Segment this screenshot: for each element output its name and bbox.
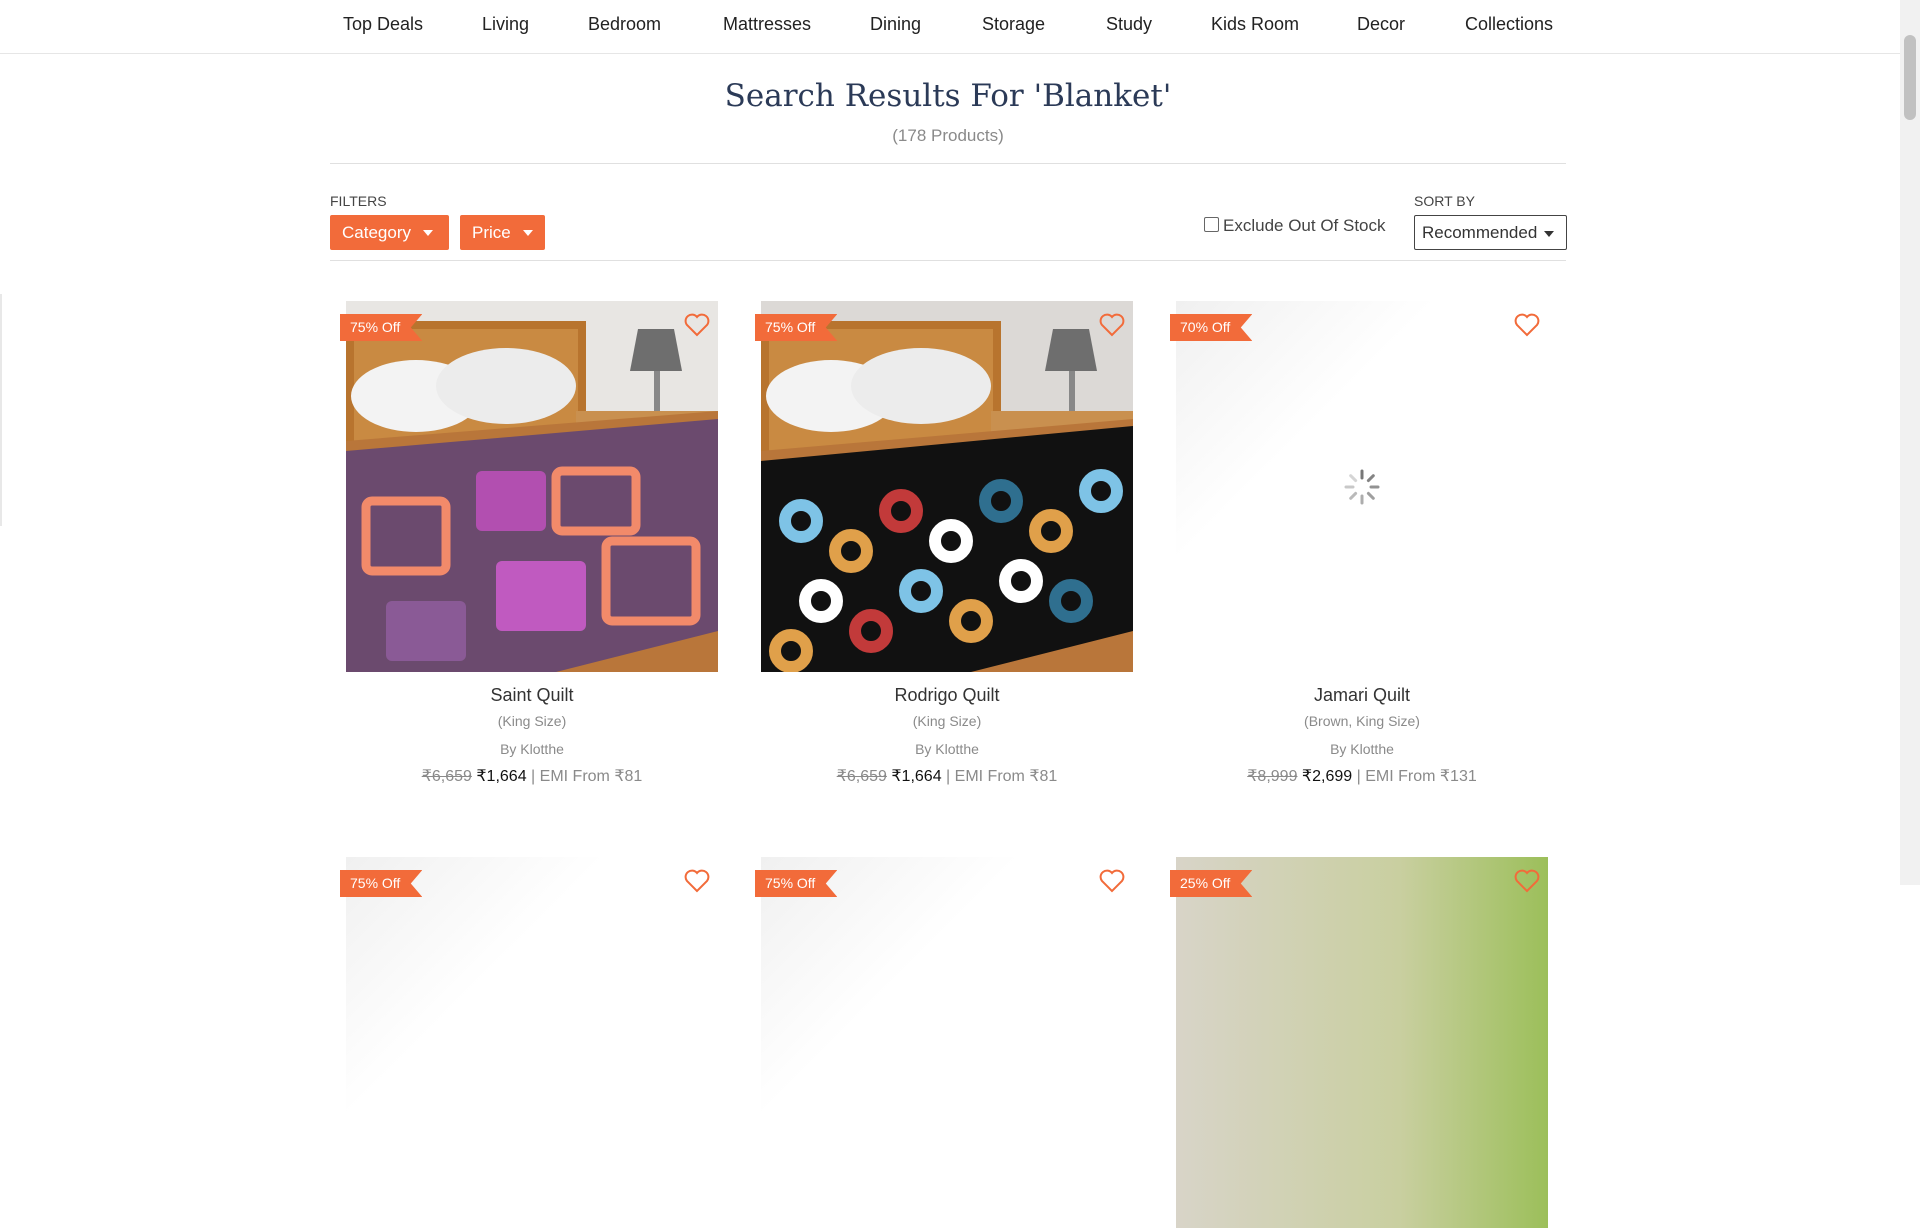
product-brand: By Klotthe <box>915 741 979 757</box>
product-size: (Brown, King Size) <box>1304 713 1420 729</box>
nav-bedroom[interactable]: Bedroom <box>588 14 661 35</box>
product-sale-price: ₹1,664 <box>476 768 527 785</box>
price-filter-button[interactable]: Price <box>460 215 545 250</box>
product-name[interactable]: Rodrigo Quilt <box>761 685 1133 706</box>
product-name[interactable]: Jamari Quilt <box>1176 685 1548 706</box>
discount-badge: 75% Off <box>340 870 423 897</box>
product-mrp: ₹8,999 <box>1247 768 1298 785</box>
discount-badge: 75% Off <box>340 314 423 341</box>
heart-icon[interactable] <box>1514 869 1540 893</box>
heart-icon[interactable] <box>1099 313 1125 337</box>
heart-icon[interactable] <box>684 869 710 893</box>
top-nav: Top Deals Living Bedroom Mattresses Dini… <box>0 0 1900 54</box>
nav-top-deals[interactable]: Top Deals <box>343 14 423 35</box>
category-filter-button[interactable]: Category <box>330 215 449 250</box>
product-emi: | EMI From ₹81 <box>946 768 1058 785</box>
product-image[interactable] <box>761 857 1133 1228</box>
product-emi: | EMI From ₹81 <box>531 768 643 785</box>
nav-dining[interactable]: Dining <box>870 14 921 35</box>
product-image-placeholder[interactable] <box>1176 301 1548 672</box>
heart-icon[interactable] <box>1099 869 1125 893</box>
product-size: (King Size) <box>497 713 567 729</box>
divider <box>330 260 1566 261</box>
divider <box>330 163 1566 164</box>
loading-spinner-icon <box>1344 469 1380 505</box>
sort-by-select[interactable]: Recommended <box>1414 215 1567 250</box>
price-filter-label: Price <box>472 222 511 242</box>
product-price: ₹6,659 ₹1,664 | EMI From ₹81 <box>346 766 718 786</box>
scrollbar-thumb[interactable] <box>1904 35 1916 120</box>
heart-icon[interactable] <box>1514 313 1540 337</box>
caret-down-icon <box>422 229 433 236</box>
product-name[interactable]: Saint Quilt <box>346 685 718 706</box>
sort-by-value: Recommended <box>1422 222 1538 242</box>
sort-by-label: SORT BY <box>1414 193 1475 209</box>
results-count: (178 Products) <box>892 126 1004 145</box>
nav-living[interactable]: Living <box>482 14 529 35</box>
exclude-out-of-stock-checkbox[interactable] <box>1204 216 1219 232</box>
product-image[interactable] <box>346 857 718 1228</box>
discount-badge: 75% Off <box>755 314 838 341</box>
product-price: ₹6,659 ₹1,664 | EMI From ₹81 <box>761 766 1133 786</box>
exclude-out-of-stock-label: Exclude Out Of Stock <box>1223 216 1386 235</box>
discount-badge: 75% Off <box>755 870 838 897</box>
product-image[interactable] <box>1176 857 1548 1228</box>
product-image[interactable] <box>346 301 718 672</box>
nav-kids-room[interactable]: Kids Room <box>1211 14 1299 35</box>
product-mrp: ₹6,659 <box>421 768 472 785</box>
product-sale-price: ₹2,699 <box>1301 768 1353 785</box>
filters-label: FILTERS <box>330 193 387 209</box>
caret-down-icon <box>522 229 533 236</box>
nav-storage[interactable]: Storage <box>982 14 1045 35</box>
discount-badge: 25% Off <box>1170 870 1253 897</box>
product-brand: By Klotthe <box>500 741 564 757</box>
page-scrollbar[interactable] <box>1900 0 1920 885</box>
product-brand: By Klotthe <box>1330 741 1394 757</box>
nav-study[interactable]: Study <box>1106 14 1152 35</box>
product-price: ₹8,999 ₹2,699 | EMI From ₹131 <box>1176 766 1548 786</box>
page-title: Search Results For 'Blanket' <box>724 78 1172 114</box>
heart-icon[interactable] <box>684 313 710 337</box>
product-size: (King Size) <box>912 713 982 729</box>
nav-mattresses[interactable]: Mattresses <box>723 14 811 35</box>
product-image[interactable] <box>761 301 1133 672</box>
category-filter-label: Category <box>342 222 411 242</box>
product-emi: | EMI From ₹131 <box>1356 768 1477 785</box>
discount-badge: 70% Off <box>1170 314 1253 341</box>
product-mrp: ₹6,659 <box>836 768 887 785</box>
product-sale-price: ₹1,664 <box>891 768 942 785</box>
caret-down-icon <box>1544 231 1554 237</box>
exclude-out-of-stock-toggle[interactable]: Exclude Out Of Stock <box>1204 216 1386 236</box>
nav-decor[interactable]: Decor <box>1357 14 1405 35</box>
nav-collections[interactable]: Collections <box>1465 14 1553 35</box>
side-panel-edge <box>0 294 2 526</box>
